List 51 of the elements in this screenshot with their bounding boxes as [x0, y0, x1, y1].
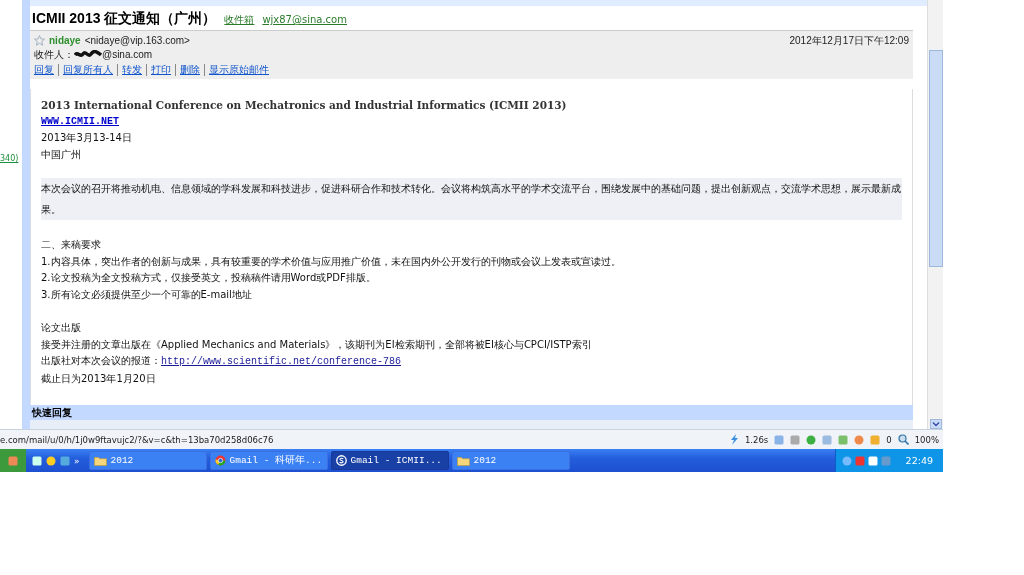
- requirement-line: 2.论文投稿为全文投稿方式，仅接受英文，投稿稿件请用Word或PDF排版。: [41, 271, 377, 285]
- label-link[interactable]: 收件箱: [224, 13, 255, 27]
- requirement-line: 1.内容具体，突出作者的创新与成果，具有较重要的学术价值与应用推广价值，未在国内外公开发行的刊物或会议上发表或宣读过。: [41, 254, 622, 269]
- intro-paragraph: 本次会议的召开将推动机电、信息领域的学科发展和科技进步，促进科研合作和技术转化。会议将构筑高水平的学术交流平台，围绕发展中的基础问题，提出创新观点，交流学术思想，展示最新成果。: [41, 178, 902, 220]
- taskbar-button[interactable]: 2012: [88, 451, 207, 470]
- quick-reply-bar: 快速回复: [30, 405, 913, 420]
- sender-name: nidaye: [49, 34, 81, 47]
- clock: 22:49: [905, 455, 933, 466]
- action-link[interactable]: 删除: [175, 64, 204, 76]
- scrollbar[interactable]: [927, 0, 943, 429]
- action-link[interactable]: 打印: [146, 64, 175, 76]
- star-icon[interactable]: [34, 35, 45, 46]
- conference-title: 2013 International Conference on Mechatronics and Industrial Informatics (ICMII 2013): [41, 98, 568, 113]
- recipient-label: 收件人：: [34, 48, 74, 61]
- start-button[interactable]: [0, 449, 26, 472]
- circle-s-icon: [335, 455, 347, 466]
- taskbar-button[interactable]: Gmail - ICMII...: [330, 451, 449, 470]
- deadline-line: 截止日为2013年1月20日: [41, 371, 157, 386]
- circle-logo-icon: [214, 455, 226, 466]
- action-link[interactable]: 显示原始邮件: [204, 64, 273, 76]
- folder-icon: [456, 455, 470, 466]
- counter: 0: [886, 434, 892, 445]
- zoom-icon[interactable]: [897, 434, 909, 445]
- status-url: e.com/mail/u/0/h/1j0w9ftavujc2/?&v=c&th=13ba70d258d06c76: [0, 434, 274, 445]
- redaction-scribble: [74, 50, 102, 59]
- report-link[interactable]: http://www.scientific.net/conference-786: [161, 356, 402, 367]
- email-subject: ICMII 2013 征文通知（广州）: [32, 10, 217, 28]
- label-link[interactable]: wjx87@sina.com: [262, 14, 347, 25]
- zoom-level[interactable]: 100%: [914, 434, 939, 445]
- recipient-domain: @sina.com: [102, 48, 153, 61]
- action-link[interactable]: 回复: [34, 64, 58, 76]
- taskbar-button[interactable]: 2012: [451, 451, 570, 470]
- folder-icon: [93, 455, 107, 466]
- action-link[interactable]: 转发: [117, 64, 146, 76]
- report-line: 出版社对本次会议的报道：http://www.scientific.net/conference-786: [41, 354, 403, 369]
- date-line: 2013年3月13-14日: [41, 131, 133, 145]
- section-heading: 二、来稿要求: [41, 238, 102, 252]
- message-date: 2012年12月17日下午12:09: [789, 34, 909, 47]
- requirement-line: 3.所有论文必须提供至少一个可靠的E-mail地址: [41, 287, 253, 302]
- side-note[interactable]: 340): [0, 153, 22, 164]
- website-link[interactable]: WWW.ICMII.NET: [41, 113, 902, 130]
- sender-address: <nidaye@vip.163.com>: [84, 34, 190, 47]
- place-line: 中国广州: [41, 147, 82, 162]
- load-time: 1.26s: [744, 434, 769, 445]
- taskbar-button[interactable]: Gmail - 科研年...: [209, 451, 328, 470]
- section-heading: 论文出版: [41, 321, 82, 335]
- lightning-icon: [729, 434, 739, 445]
- scroll-down-icon[interactable]: [929, 419, 942, 429]
- publish-line: 接受并注册的文章出版在《Applied Mechanics and Materials》，该期刊为EI检索期刊，全部将被EI核心与CPCI/ISTP索引: [41, 337, 593, 352]
- action-link[interactable]: 回复所有人: [58, 64, 117, 76]
- chevron[interactable]: »: [74, 455, 80, 466]
